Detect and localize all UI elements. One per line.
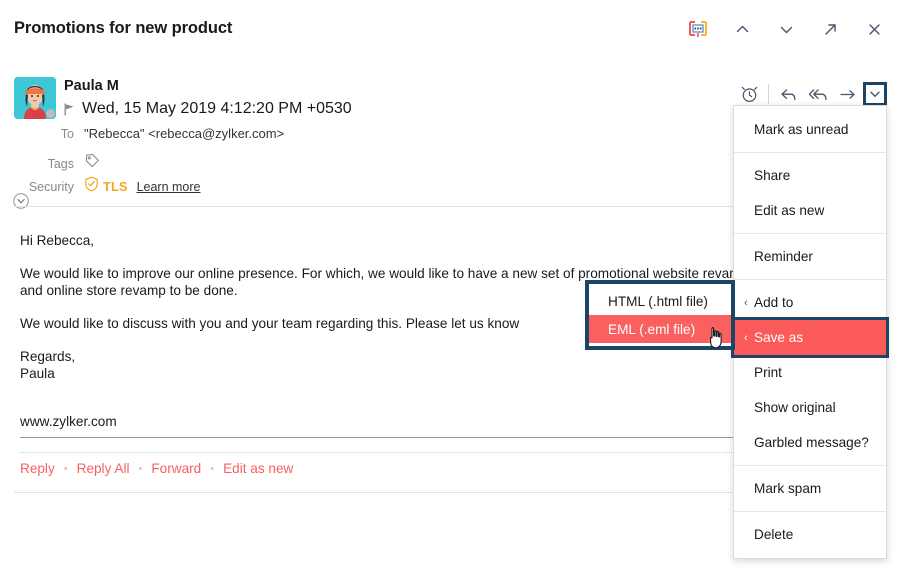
menu-item-label: Mark spam xyxy=(754,481,822,496)
menu-item-show-original[interactable]: Show original xyxy=(734,390,886,425)
footer-link-forward[interactable]: Forward xyxy=(151,461,201,476)
open-in-new-glyph xyxy=(824,23,836,35)
reply-icon[interactable] xyxy=(773,81,803,107)
menu-item-label: Edit as new xyxy=(754,203,825,218)
shield-check-glyph xyxy=(85,176,98,192)
footer-separator: • xyxy=(63,462,68,475)
menu-item-mark-spam[interactable]: Mark spam xyxy=(734,471,886,506)
close-glyph xyxy=(868,23,880,35)
reply-all-glyph xyxy=(808,88,827,100)
menu-item-edit-as-new[interactable]: Edit as new xyxy=(734,193,886,228)
menu-item-label: Share xyxy=(754,168,791,183)
more-actions-menu: Mark as unread Share Edit as new Reminde… xyxy=(731,105,889,559)
summary-icon-glyph xyxy=(689,20,707,37)
menu-item-label: Garbled message? xyxy=(754,435,869,450)
sender-name: Paula M xyxy=(64,78,119,94)
forward-arrow-glyph xyxy=(840,89,855,99)
menu-item-delete[interactable]: Delete xyxy=(734,517,886,552)
signature-url[interactable]: www.zylker.com xyxy=(20,414,117,429)
tag-icon[interactable] xyxy=(84,153,100,174)
avatar xyxy=(14,77,56,119)
footer-link-reply-all[interactable]: Reply All xyxy=(77,461,130,476)
submenu-item-label: EML (.eml file) xyxy=(608,321,696,337)
chevron-down-glyph xyxy=(780,26,792,33)
menu-item-mark-as-unread[interactable]: Mark as unread xyxy=(734,112,886,147)
menu-separator xyxy=(734,233,886,234)
save-as-submenu: HTML (.html file) EML (.eml file) xyxy=(585,280,735,350)
footer-actions: Reply • Reply All • Forward • Edit as ne… xyxy=(20,461,293,476)
submenu-chevron-left-icon: ‹ xyxy=(744,296,748,309)
forward-icon[interactable] xyxy=(833,81,863,107)
to-value: "Rebecca" <rebecca@zylker.com> xyxy=(84,126,285,141)
chevron-up-icon[interactable] xyxy=(729,16,755,42)
tag-glyph xyxy=(85,154,99,168)
status-dot xyxy=(46,109,55,118)
tags-label: Tags xyxy=(47,156,74,171)
menu-separator xyxy=(734,511,886,512)
menu-separator xyxy=(734,465,886,466)
footer-link-reply[interactable]: Reply xyxy=(20,461,55,476)
menu-item-label: Reminder xyxy=(754,249,813,264)
reply-glyph xyxy=(780,88,795,100)
submenu-item-label: HTML (.html file) xyxy=(608,293,708,309)
tags-row: Tags xyxy=(14,153,100,174)
reminder-icon[interactable] xyxy=(734,81,764,107)
close-icon[interactable] xyxy=(861,16,887,42)
security-learn-more-link[interactable]: Learn more xyxy=(137,180,201,194)
shield-check-icon xyxy=(84,176,99,197)
menu-item-label: Save as xyxy=(754,330,804,345)
footer-separator: • xyxy=(138,462,143,475)
menu-item-label: Mark as unread xyxy=(754,122,849,137)
chevron-down-icon[interactable] xyxy=(773,16,799,42)
message-action-toolbar xyxy=(734,80,887,108)
sent-date-row: Wed, 15 May 2019 4:12:20 PM +0530 xyxy=(64,100,352,118)
reply-all-icon[interactable] xyxy=(803,81,833,107)
chevron-up-glyph xyxy=(736,25,748,32)
mail-header: Promotions for new product xyxy=(0,0,901,62)
menu-item-label: Add to xyxy=(754,295,794,310)
menu-item-label: Show original xyxy=(754,400,836,415)
tls-badge: TLS xyxy=(103,179,128,194)
menu-item-share[interactable]: Share xyxy=(734,158,886,193)
footer-link-edit-as-new[interactable]: Edit as new xyxy=(223,461,293,476)
security-label: Security xyxy=(28,179,74,194)
footer-separator: • xyxy=(210,462,215,475)
menu-item-garbled-message[interactable]: Garbled message? xyxy=(734,425,886,460)
menu-item-print[interactable]: Print xyxy=(734,355,886,390)
summary-icon[interactable] xyxy=(685,16,711,42)
page-title: Promotions for new product xyxy=(14,19,233,37)
recipient-row: To "Rebecca" <rebecca@zylker.com> xyxy=(14,126,284,141)
menu-item-label: Print xyxy=(754,365,782,380)
menu-item-reminder[interactable]: Reminder xyxy=(734,239,886,274)
toolbar-divider xyxy=(768,84,769,104)
more-actions-button[interactable] xyxy=(863,82,887,106)
security-row: Security TLS Learn more xyxy=(14,176,201,197)
menu-separator xyxy=(734,152,886,153)
submenu-item-html[interactable]: HTML (.html file) xyxy=(589,287,731,315)
submenu-chevron-left-icon: ‹ xyxy=(744,331,748,344)
chevron-down-icon xyxy=(870,91,880,98)
alarm-clock-glyph xyxy=(741,86,757,102)
open-in-new-icon[interactable] xyxy=(817,16,843,42)
sent-date: Wed, 15 May 2019 4:12:20 PM +0530 xyxy=(82,100,352,117)
menu-item-label: Delete xyxy=(754,527,794,542)
submenu-item-eml[interactable]: EML (.eml file) xyxy=(589,315,731,343)
header-actions xyxy=(685,16,887,42)
menu-item-add-to[interactable]: ‹ Add to xyxy=(734,285,886,320)
to-label: To xyxy=(60,126,74,141)
menu-separator xyxy=(734,279,886,280)
flag-icon xyxy=(64,102,74,116)
menu-item-save-as[interactable]: ‹ Save as xyxy=(731,317,889,358)
